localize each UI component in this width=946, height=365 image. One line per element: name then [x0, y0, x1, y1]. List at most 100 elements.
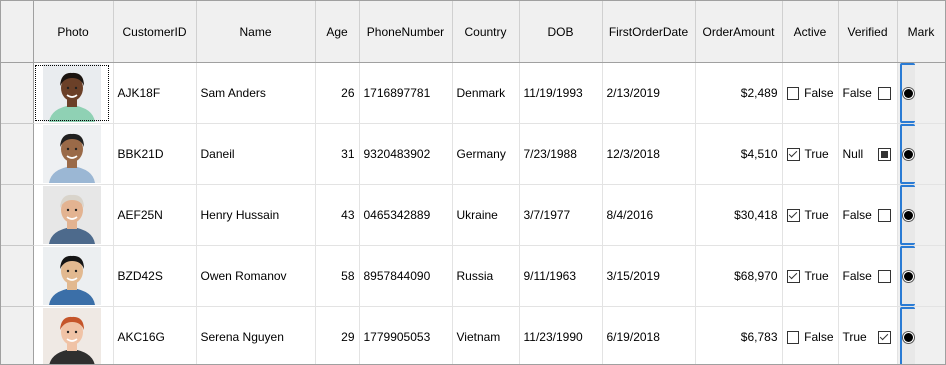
column-header-verified[interactable]: Verified: [838, 1, 898, 63]
row-header[interactable]: [1, 245, 34, 307]
column-header-order-amount[interactable]: OrderAmount: [695, 1, 783, 63]
dob-cell[interactable]: 9/11/1963: [519, 245, 603, 307]
first-order-date-cell[interactable]: 12/3/2018: [602, 123, 696, 185]
order-amount-cell[interactable]: $68,970: [695, 245, 783, 307]
mark-button[interactable]: [899, 185, 915, 245]
row-header[interactable]: [1, 62, 34, 124]
row-header[interactable]: [1, 306, 34, 364]
verified-checkbox[interactable]: [877, 208, 891, 222]
phone-cell[interactable]: 1779905053: [359, 306, 453, 364]
first-order-date-cell[interactable]: 3/15/2019: [602, 245, 696, 307]
active-checkbox[interactable]: [786, 330, 800, 344]
verified-label: False: [842, 269, 872, 283]
active-checkbox[interactable]: [786, 86, 800, 100]
order-amount-cell[interactable]: $2,489: [695, 62, 783, 124]
dob-cell[interactable]: 3/7/1977: [519, 184, 603, 246]
verified-checkbox[interactable]: [877, 330, 891, 344]
name-cell[interactable]: Owen Romanov: [196, 245, 316, 307]
active-cell[interactable]: False: [782, 62, 839, 124]
row-header[interactable]: [1, 184, 34, 246]
phone-cell[interactable]: 9320483902: [359, 123, 453, 185]
mark-cell[interactable]: [897, 123, 945, 185]
verified-cell[interactable]: False: [838, 62, 898, 124]
country-cell[interactable]: Germany: [452, 123, 520, 185]
first-order-date-cell[interactable]: 8/4/2016: [602, 184, 696, 246]
dob-cell[interactable]: 11/19/1993: [519, 62, 603, 124]
order-amount-cell[interactable]: $4,510: [695, 123, 783, 185]
table-row[interactable]: AEF25N Henry Hussain 43 0465342889 Ukraine 3/…: [1, 184, 945, 246]
active-checkbox[interactable]: [786, 269, 800, 283]
name-cell[interactable]: Serena Nguyen: [196, 306, 316, 364]
customer-id-cell[interactable]: AEF25N: [113, 184, 197, 246]
corner-header[interactable]: [1, 1, 34, 63]
customer-id-cell[interactable]: BBK21D: [113, 123, 197, 185]
column-header-customer-id[interactable]: CustomerID: [113, 1, 197, 63]
verified-checkbox[interactable]: [877, 86, 891, 100]
verified-cell[interactable]: False: [838, 245, 898, 307]
mark-button[interactable]: [899, 63, 915, 123]
phone-cell[interactable]: 1716897781: [359, 62, 453, 124]
mark-cell[interactable]: [897, 245, 945, 307]
table-row[interactable]: AJK18F Sam Anders 26 1716897781 Denmark 11/19…: [1, 62, 945, 124]
dob-cell[interactable]: 11/23/1990: [519, 306, 603, 364]
country-cell[interactable]: Russia: [452, 245, 520, 307]
name-cell[interactable]: Henry Hussain: [196, 184, 316, 246]
photo-cell[interactable]: [33, 306, 114, 364]
verified-cell[interactable]: Null: [838, 123, 898, 185]
column-header-dob[interactable]: DOB: [519, 1, 603, 63]
phone-cell[interactable]: 8957844090: [359, 245, 453, 307]
active-cell[interactable]: True: [782, 123, 839, 185]
verified-checkbox[interactable]: [877, 269, 891, 283]
column-header-name[interactable]: Name: [196, 1, 316, 63]
mark-cell[interactable]: [897, 184, 945, 246]
age-cell[interactable]: 43: [315, 184, 360, 246]
order-amount-cell[interactable]: $30,418: [695, 184, 783, 246]
mark-button[interactable]: [899, 307, 915, 364]
active-cell[interactable]: False: [782, 306, 839, 364]
dob-cell[interactable]: 7/23/1988: [519, 123, 603, 185]
order-amount-cell[interactable]: $6,783: [695, 306, 783, 364]
age-cell[interactable]: 58: [315, 245, 360, 307]
column-header-mark[interactable]: Mark: [897, 1, 945, 63]
column-header-first-order-date[interactable]: FirstOrderDate: [602, 1, 696, 63]
mark-button[interactable]: [899, 246, 915, 306]
column-header-active[interactable]: Active: [782, 1, 839, 63]
active-cell[interactable]: True: [782, 245, 839, 307]
row-header[interactable]: [1, 123, 34, 185]
table-row[interactable]: AKC16G Serena Nguyen 29 1779905053 Vietnam 11…: [1, 306, 945, 364]
mark-cell[interactable]: [897, 306, 945, 364]
active-checkbox[interactable]: [786, 147, 800, 161]
customer-id-cell[interactable]: BZD42S: [113, 245, 197, 307]
column-header-phone[interactable]: PhoneNumber: [359, 1, 453, 63]
column-header-country[interactable]: Country: [452, 1, 520, 63]
age-cell[interactable]: 26: [315, 62, 360, 124]
phone-cell[interactable]: 0465342889: [359, 184, 453, 246]
age-cell[interactable]: 29: [315, 306, 360, 364]
photo-cell[interactable]: [33, 62, 114, 124]
photo-cell[interactable]: [33, 184, 114, 246]
mark-cell[interactable]: [897, 62, 945, 124]
customer-id-cell[interactable]: AJK18F: [113, 62, 197, 124]
name-cell[interactable]: Daneil: [196, 123, 316, 185]
age-cell[interactable]: 31: [315, 123, 360, 185]
table-row[interactable]: BBK21D Daneil 31 9320483902 Germany 7/23/1988…: [1, 123, 945, 185]
verified-cell[interactable]: False: [838, 184, 898, 246]
country-cell[interactable]: Denmark: [452, 62, 520, 124]
table-row[interactable]: BZD42S Owen Romanov 58 8957844090 Russia 9/11…: [1, 245, 945, 307]
country-cell[interactable]: Ukraine: [452, 184, 520, 246]
photo-cell[interactable]: [33, 123, 114, 185]
active-cell[interactable]: True: [782, 184, 839, 246]
verified-cell[interactable]: True: [838, 306, 898, 364]
first-order-date-cell[interactable]: 2/13/2019: [602, 62, 696, 124]
country-cell[interactable]: Vietnam: [452, 306, 520, 364]
photo-cell[interactable]: [33, 245, 114, 307]
mark-button[interactable]: [899, 124, 915, 184]
name-cell[interactable]: Sam Anders: [196, 62, 316, 124]
first-order-date-cell[interactable]: 6/19/2018: [602, 306, 696, 364]
active-checkbox[interactable]: [786, 208, 800, 222]
verified-checkbox[interactable]: [877, 147, 891, 161]
column-header-age[interactable]: Age: [315, 1, 360, 63]
customer-id-cell[interactable]: AKC16G: [113, 306, 197, 364]
customer-data-grid[interactable]: Photo CustomerID Name Age PhoneNumber Co…: [0, 0, 946, 365]
column-header-photo[interactable]: Photo: [33, 1, 114, 63]
